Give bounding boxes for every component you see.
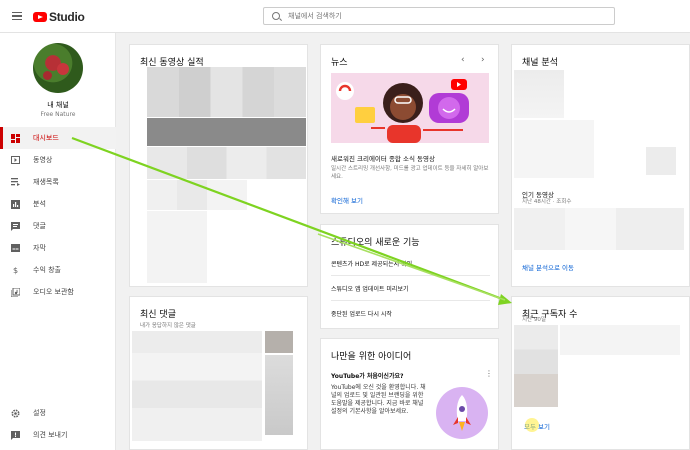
sidebar-item-monetization[interactable]: $ 수익 창출 xyxy=(0,259,116,281)
top-bar: Studio xyxy=(0,0,690,33)
feedback-icon xyxy=(11,430,20,440)
dashboard-icon xyxy=(11,133,20,143)
cursor-highlight xyxy=(525,418,539,432)
studio-logo[interactable]: Studio xyxy=(33,10,85,24)
recent-subscribers-card: 최근 구독자 수 지난 90일 모두 보기 xyxy=(511,296,690,450)
sidebar-item-label: 재생목록 xyxy=(33,178,59,186)
sidebar-item-label: 설정 xyxy=(33,409,46,417)
news-read-more-link[interactable]: 확인해 보기 xyxy=(331,195,363,205)
popular-videos-subtitle: 지난 48시간 · 조회수 xyxy=(522,199,572,205)
dollar-icon: $ xyxy=(12,265,19,275)
blurred-comment-thumb xyxy=(265,355,293,435)
blurred-stats-row xyxy=(147,180,247,210)
audio-library-icon xyxy=(11,287,20,297)
chevron-left-icon[interactable]: ‹ xyxy=(461,55,465,65)
sidebar-item-label: 수익 창출 xyxy=(33,266,61,274)
whats-new-item[interactable]: 콘텐츠가 HD로 제공되는지 확인 xyxy=(331,259,412,268)
sidebar-item-settings[interactable]: 설정 xyxy=(0,402,116,424)
blurred-metric xyxy=(514,70,564,118)
channel-analytics-card: 채널 분석 인기 동영상 지난 48시간 · 조회수 채널 분석으로 이동 xyxy=(511,44,690,287)
menu-icon[interactable] xyxy=(12,12,22,20)
search-icon xyxy=(272,12,280,20)
gear-icon xyxy=(11,408,20,418)
channel-name: Free Nature xyxy=(40,111,76,118)
blurred-subscriber xyxy=(514,325,558,407)
channel-avatar[interactable] xyxy=(33,43,83,93)
sidebar-item-label: 분석 xyxy=(33,200,46,208)
sidebar-item-feedback[interactable]: 의견 보내기 xyxy=(0,424,116,446)
chevron-right-icon[interactable]: › xyxy=(481,55,485,65)
blurred-video-thumbnail xyxy=(147,67,306,117)
subtitles-icon xyxy=(11,244,20,253)
sidebar-item-videos[interactable]: 동영상 xyxy=(0,149,116,171)
sidebar-item-label: 의견 보내기 xyxy=(33,431,68,439)
news-card: 뉴스 ‹ › 새로워진 크리에이터 종합 소식 동영상 일시간 스트리밍 개선사… xyxy=(320,44,499,214)
card-title: 최신 댓글 xyxy=(140,310,176,320)
card-title: 나만을 위한 아이디어 xyxy=(331,352,412,362)
sidebar-item-label: 자막 xyxy=(33,244,46,252)
blurred-comment xyxy=(132,331,262,441)
sidebar-item-dashboard[interactable]: 대시보드 xyxy=(0,127,116,149)
sidebar-item-label: 오디오 보관함 xyxy=(33,288,74,296)
news-body: 일시간 스트리밍 개선사항, 미드롤 광고 업데이트 등을 자세히 알아보세요. xyxy=(331,166,489,180)
card-title: 스튜디오의 새로운 기능 xyxy=(331,238,420,248)
blurred-subscriber xyxy=(560,325,680,355)
blurred-metric xyxy=(646,147,676,175)
blurred-comment-thumb xyxy=(265,331,293,353)
blurred-metric xyxy=(514,120,594,178)
whats-new-item[interactable]: 중단된 업로드 다시 시작 xyxy=(331,309,392,318)
news-headline[interactable]: 새로워진 크리에이터 종합 소식 동영상 xyxy=(331,153,491,163)
recent-video-card: 최신 동영상 실적 xyxy=(129,44,308,287)
whats-new-card: 스튜디오의 새로운 기능 콘텐츠가 HD로 제공되는지 확인 스튜디오 앱 업데… xyxy=(320,224,499,329)
blurred-popular-video xyxy=(514,208,684,250)
divider xyxy=(331,300,490,301)
divider xyxy=(331,275,490,276)
sidebar-item-label: 댓글 xyxy=(33,222,46,230)
blurred-stats-row xyxy=(147,211,207,283)
channel-label: 내 채널 xyxy=(47,101,69,109)
sidebar-item-subtitles[interactable]: 자막 xyxy=(0,237,116,259)
sidebar-item-comments[interactable]: 댓글 xyxy=(0,215,116,237)
logo-text: Studio xyxy=(49,10,85,24)
card-subtitle: 내가 응답하지 않은 댓글 xyxy=(140,323,196,329)
video-icon xyxy=(11,156,20,165)
youtube-play-icon xyxy=(33,12,47,22)
news-thumbnail[interactable] xyxy=(331,73,489,143)
go-to-analytics-link[interactable]: 채널 분석으로 이동 xyxy=(522,262,574,272)
more-vert-icon[interactable]: ⋮ xyxy=(485,369,493,378)
card-title: 뉴스 xyxy=(331,58,348,68)
rocket-illustration xyxy=(436,387,488,439)
sidebar-item-label: 대시보드 xyxy=(33,134,59,142)
ideas-card: 나만을 위한 아이디어 YouTube가 처음이신가요? ⋮ YouTube에 … xyxy=(320,338,499,450)
sidebar-item-playlists[interactable]: 재생목록 xyxy=(0,171,116,193)
ideas-body: YouTube에 오신 것을 환영합니다. 채널의 업로드 및 일관된 브랜딩을… xyxy=(331,384,426,415)
sidebar: 내 채널 Free Nature 대시보드 동영상 재생목록 분석 댓글 자막 … xyxy=(0,33,116,450)
card-title: 채널 분석 xyxy=(522,58,558,68)
blurred-stats-row xyxy=(147,147,306,179)
sidebar-item-label: 동영상 xyxy=(33,156,53,164)
sidebar-item-audio-library[interactable]: 오디오 보관함 xyxy=(0,281,116,303)
comment-icon xyxy=(11,221,20,231)
analytics-icon xyxy=(11,199,20,209)
search-box[interactable] xyxy=(263,7,615,25)
blurred-stats-row xyxy=(147,118,306,146)
search-input[interactable] xyxy=(288,10,588,22)
ideas-question: YouTube가 처음이신가요? xyxy=(331,373,404,380)
sidebar-item-analytics[interactable]: 분석 xyxy=(0,193,116,215)
sidebar-bottom-nav: 설정 의견 보내기 xyxy=(0,402,116,446)
sidebar-nav: 대시보드 동영상 재생목록 분석 댓글 자막 $ 수익 창출 오디오 보관함 xyxy=(0,127,116,303)
recent-comments-card: 최신 댓글 내가 응답하지 않은 댓글 xyxy=(129,296,308,450)
whats-new-item[interactable]: 스튜디오 앱 업데이트 미리보기 xyxy=(331,284,408,293)
playlist-icon xyxy=(11,178,20,187)
card-subtitle: 지난 90일 xyxy=(522,317,546,323)
